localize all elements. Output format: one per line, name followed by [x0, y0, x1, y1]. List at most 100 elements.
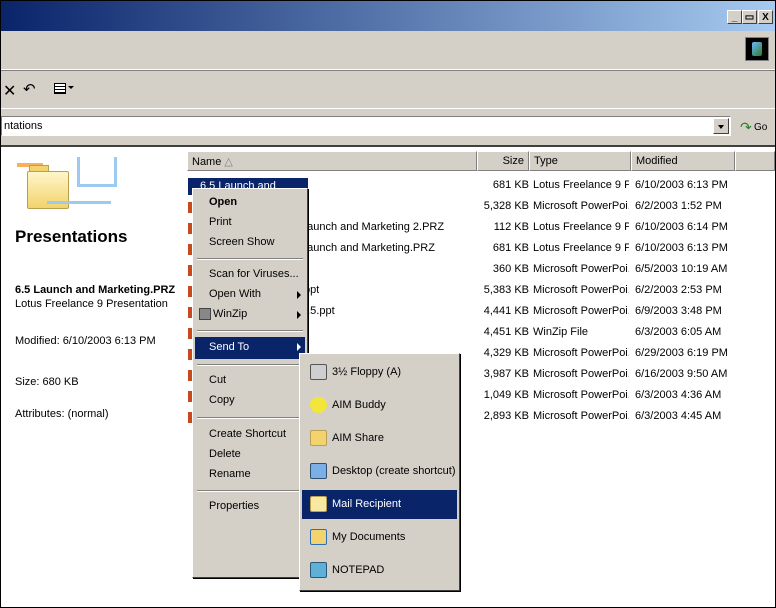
table-row[interactable]: 6.5.ppt 4,441 KB Microsoft PowerPoi... 6/9/… — [1, 302, 775, 322]
cell-type: Microsoft PowerPoi... — [533, 284, 629, 296]
send-to-aim-buddy[interactable]: AIM Buddy — [302, 391, 457, 420]
menu-separator — [197, 330, 303, 332]
cell-size: 4,451 KB — [483, 326, 529, 338]
cell-modified: 6/10/2003 6:14 PM — [635, 221, 728, 233]
views-icon — [54, 83, 66, 94]
menu-item-scan[interactable]: Scan for Viruses... — [195, 265, 305, 285]
cell-type: WinZip File — [533, 326, 589, 338]
cell-name: Launch and Marketing 2.PRZ — [301, 221, 445, 233]
cell-modified: 6/3/2003 4:36 AM — [635, 389, 722, 401]
undo-icon[interactable]: ↶ — [23, 80, 36, 98]
winzip-icon — [199, 308, 211, 320]
column-extra[interactable] — [735, 151, 775, 171]
table-row[interactable]: 6.5 Launch and Marketing.PRZ681 KBLotus … — [1, 176, 775, 204]
cell-modified: 6/10/2003 6:13 PM — [635, 242, 728, 254]
cell-type: Lotus Freelance 9 P... — [533, 242, 629, 254]
menu-item-delete[interactable]: Delete — [195, 445, 305, 465]
send-to-notepad[interactable]: NOTEPAD — [302, 556, 457, 585]
maximize-button[interactable]: ▭ — [742, 10, 757, 24]
cell-modified: 6/29/2003 6:19 PM — [635, 347, 728, 359]
aim-share-icon — [310, 430, 327, 446]
cell-type: Microsoft PowerPoi... — [533, 305, 629, 317]
menu-item-copy[interactable]: Copy — [195, 391, 305, 411]
table-row[interactable]: .ppt 5,383 KB Microsoft PowerPoi... 6/2/200… — [1, 281, 775, 301]
send-to-aim-share[interactable]: AIM Share — [302, 424, 457, 453]
aim-buddy-icon — [310, 397, 327, 413]
address-text: ntations — [4, 120, 43, 132]
submenu-arrow-icon — [297, 343, 301, 351]
send-to-floppy[interactable]: 3½ Floppy (A) — [302, 358, 457, 387]
cell-size: 5,328 KB — [483, 200, 529, 212]
notepad-icon — [310, 562, 327, 578]
cell-type: Microsoft PowerPoi... — [533, 263, 629, 275]
my-documents-icon — [310, 529, 327, 545]
table-row[interactable]: 5,328 KB Microsoft PowerPoi... 6/2/2003 1:… — [1, 197, 775, 217]
cell-type: Lotus Freelance 9 P... — [533, 179, 629, 191]
chevron-down-icon — [68, 86, 74, 89]
menu-item-print[interactable]: Print — [195, 213, 305, 233]
table-row[interactable]: Launch and Marketing.PRZ 681 KB Lotus Free… — [1, 239, 775, 259]
cell-type: Microsoft PowerPoi... — [533, 347, 629, 359]
cell-modified: 6/10/2003 6:13 PM — [635, 179, 728, 191]
cell-type: Lotus Freelance 9 P... — [533, 221, 629, 233]
cell-size: 2,893 KB — [483, 410, 529, 422]
cell-modified: 6/3/2003 4:45 AM — [635, 410, 722, 422]
submenu-arrow-icon — [297, 311, 301, 319]
address-dropdown-button[interactable] — [713, 118, 729, 134]
cell-size: 681 KB — [492, 242, 529, 254]
cell-size: 681 KB — [492, 179, 529, 191]
window-controls: _ ▭ X — [727, 10, 773, 24]
toolbar: ✕ ↶ — [1, 70, 775, 109]
cell-size: 5,383 KB — [483, 284, 529, 296]
menu-item-create-shortcut[interactable]: Create Shortcut — [195, 425, 305, 445]
column-header: Name △ Size Type Modified — [187, 151, 775, 171]
cell-name: Launch and Marketing.PRZ — [301, 242, 435, 254]
menu-item-open[interactable]: Open — [195, 193, 305, 213]
cell-type: Microsoft PowerPoi... — [533, 389, 629, 401]
send-to-mail-recipient[interactable]: Mail Recipient — [302, 490, 457, 519]
table-row[interactable]: Launch and Marketing 2.PRZ 112 KB Lotus Fr… — [1, 218, 775, 238]
column-name[interactable]: Name △ — [187, 151, 477, 171]
menu-item-screen-show[interactable]: Screen Show — [195, 233, 305, 253]
mail-icon — [310, 496, 327, 512]
menu-item-properties[interactable]: Properties — [195, 497, 305, 517]
minimize-button[interactable]: _ — [727, 10, 742, 24]
column-size[interactable]: Size — [477, 151, 529, 171]
column-modified[interactable]: Modified — [631, 151, 735, 171]
cell-modified: 6/2/2003 2:53 PM — [635, 284, 722, 296]
send-to-submenu: 3½ Floppy (A) AIM Buddy AIM Share Deskto… — [299, 353, 460, 591]
column-type[interactable]: Type — [529, 151, 631, 171]
menu-separator — [197, 364, 303, 366]
title-bar[interactable]: _ ▭ X — [1, 1, 775, 31]
menu-item-open-with[interactable]: Open With — [195, 285, 305, 305]
send-to-my-documents[interactable]: My Documents — [302, 523, 457, 552]
address-input[interactable]: ntations — [1, 116, 731, 136]
cell-size: 3,987 KB — [483, 368, 529, 380]
cell-modified: 6/5/2003 10:19 AM — [635, 263, 728, 275]
menu-item-cut[interactable]: Cut — [195, 371, 305, 391]
cell-size: 360 KB — [492, 263, 529, 275]
menu-item-winzip[interactable]: WinZip — [195, 305, 305, 325]
windows-logo-icon — [745, 37, 769, 61]
send-to-desktop[interactable]: Desktop (create shortcut) — [302, 457, 457, 486]
cell-modified: 6/3/2003 6:05 AM — [635, 326, 722, 338]
submenu-arrow-icon — [297, 291, 301, 299]
table-row[interactable]: 360 KB Microsoft PowerPoi... 6/5/2003 10:1… — [1, 260, 775, 280]
cell-modified: 6/16/2003 9:50 AM — [635, 368, 728, 380]
cell-size: 1,049 KB — [483, 389, 529, 401]
menu-separator — [197, 417, 303, 419]
table-row[interactable]: 4,451 KB WinZip File 6/3/2003 6:05 AM — [1, 323, 775, 343]
cell-size: 4,329 KB — [483, 347, 529, 359]
menu-separator — [197, 258, 303, 260]
go-button[interactable]: Go — [754, 122, 767, 133]
menu-item-rename[interactable]: Rename — [195, 465, 305, 485]
address-bar: ntations ↷ Go — [1, 108, 775, 145]
cell-size: 112 KB — [493, 221, 529, 233]
cell-size: 4,441 KB — [483, 305, 529, 317]
go-arrow-icon[interactable]: ↷ — [740, 119, 752, 136]
views-button[interactable] — [51, 80, 74, 98]
menu-item-send-to[interactable]: Send To — [195, 337, 305, 359]
delete-icon[interactable]: ✕ — [3, 81, 16, 101]
close-button[interactable]: X — [758, 10, 773, 24]
desktop-icon — [310, 463, 327, 479]
